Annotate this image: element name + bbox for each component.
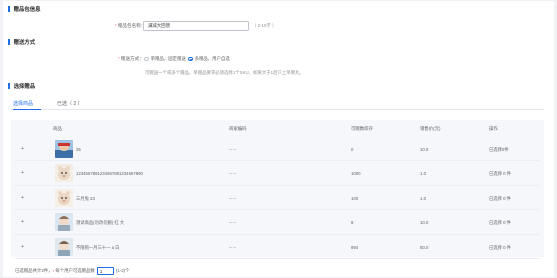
table-row: + 不限购一月三十一 a 白 -- -- 894 50.0 已选择 0 件 — [15, 235, 540, 259]
gift-limit-row: 已选赠品共计2件， * 每个用户可选赠品数 1 (1-2)个 — [15, 267, 130, 275]
merchant-code: -- -- — [229, 147, 236, 152]
stock-value: 1000 — [351, 171, 361, 177]
gift-name-hint: （ 2-10字 ） — [252, 23, 277, 28]
selected-count[interactable]: 已选择0件 — [489, 147, 509, 153]
product-name: 测试商品(勿改勿删) 红 大 — [76, 220, 125, 226]
merchant-code: -- -- — [229, 220, 236, 226]
stock-value: 100 — [351, 195, 359, 201]
gift-name-input[interactable]: 满减大回馈 — [143, 21, 249, 31]
selected-count[interactable]: 已选择 0 件 — [489, 245, 511, 251]
expand-icon[interactable]: + — [21, 219, 24, 225]
radio-single-gift[interactable]: 单赠品，固定赠送 — [144, 56, 186, 62]
radio-dot — [188, 56, 193, 62]
gift-name-label: *赠品包名称： — [115, 23, 146, 28]
product-name: 三月兔 23 — [76, 195, 95, 201]
expand-icon[interactable]: + — [21, 244, 24, 250]
product-thumbnail — [55, 237, 73, 256]
product-name: 25 — [76, 147, 81, 152]
expand-icon[interactable]: + — [21, 146, 24, 152]
section-choose-label: 选择赠品 — [13, 84, 36, 90]
gift-method-label: *赠送方式： — [118, 56, 144, 61]
radio-multi-gift[interactable]: 多赠品，用户自选 — [188, 56, 230, 62]
tab-divider — [11, 109, 544, 110]
product-name: 1234567891234567891234567890 — [76, 171, 143, 177]
col-action: 操作 — [489, 126, 498, 131]
radio-single-gift-label: 单赠品，固定赠送 — [150, 56, 186, 61]
section-marker — [8, 83, 10, 89]
section-method-label: 赠送方式 — [13, 40, 36, 46]
required-mark: * — [52, 268, 55, 274]
table-row: + 测试商品(勿改勿删) 红 大 -- -- 8 10.0 已选择 0 件 — [15, 210, 540, 235]
selected-total-text: 已选赠品共计2件， — [15, 268, 53, 273]
goods-table: 商品 商家编码 可赠数库存 销售价(元) 操作 + 25 -- -- 0 10.… — [11, 120, 544, 259]
expand-icon[interactable]: + — [21, 195, 24, 201]
table-row: + 1234567891234567891234567890 -- -- 100… — [15, 161, 540, 186]
merchant-code: -- -- — [229, 171, 236, 177]
section-marker — [8, 39, 10, 45]
stock-value: 8 — [351, 220, 354, 226]
col-price: 销售价(元) — [420, 126, 441, 131]
price-value: 50.0 — [420, 244, 429, 250]
stock-value: 0 — [351, 147, 354, 152]
col-merchant-code: 商家编码 — [229, 126, 247, 131]
product-thumbnail — [55, 213, 73, 232]
section-basic-label: 赠品包信息 — [13, 7, 41, 13]
product-thumbnail — [55, 164, 73, 183]
section-marker — [8, 6, 10, 12]
selected-count[interactable]: 已选择 0 件 — [489, 220, 511, 226]
expand-icon[interactable]: + — [21, 170, 24, 176]
gift-name-value: 满减大回馈 — [148, 23, 170, 28]
gift-limit-input[interactable]: 1 — [96, 267, 114, 275]
stock-value: 894 — [351, 244, 359, 250]
section-basic-title: 赠品包信息 — [8, 5, 41, 13]
table-row: + 三月兔 23 -- -- 100 1.0 已选择 0 件 — [15, 186, 540, 211]
tab-choose-goods[interactable]: 选择商品 — [13, 100, 33, 107]
gift-method-hint: 可赠送一个或多个赠品，单赠品要求必须选择1个SKU，如果大于1后只上单赠允。 — [145, 70, 304, 75]
radio-multi-gift-label: 多赠品，用户自选 — [194, 56, 230, 61]
required-mark: * — [118, 56, 120, 61]
product-name: 不限购一月三十一 a 白 — [76, 244, 120, 250]
gift-limit-label: 每个用户可选赠品数 — [55, 268, 95, 273]
section-method-title: 赠送方式 — [8, 38, 35, 46]
gift-limit-range: (1-2)个 — [115, 268, 130, 273]
product-thumbnail — [55, 140, 73, 158]
tab-selected[interactable]: 已选（ 2 ） — [57, 100, 83, 107]
price-value: 1.0 — [420, 195, 426, 201]
price-value: 1.0 — [420, 171, 426, 177]
table-header: 商品 商家编码 可赠数库存 销售价(元) 操作 — [11, 120, 544, 137]
required-mark: * — [115, 23, 117, 28]
section-choose-title: 选择赠品 — [8, 82, 35, 90]
selected-count[interactable]: 已选择 0 件 — [489, 171, 511, 177]
price-value: 10.0 — [420, 220, 429, 226]
table-row: + 25 -- -- 0 10.0 已选择0件 — [15, 137, 540, 162]
tab-active-indicator — [13, 108, 41, 110]
merchant-code: -- -- — [229, 244, 236, 250]
merchant-code: -- -- — [229, 195, 236, 201]
product-thumbnail — [55, 188, 73, 207]
col-goods: 商品 — [53, 126, 62, 131]
gift-package-form: 赠品包信息 *赠品包名称： 满减大回馈 （ 2-10字 ） 赠送方式 *赠送方式… — [3, 1, 554, 277]
radio-dot — [144, 56, 149, 62]
selected-count[interactable]: 已选择 0 件 — [489, 196, 511, 202]
price-value: 10.0 — [420, 147, 429, 152]
col-stock: 可赠数库存 — [351, 126, 373, 131]
